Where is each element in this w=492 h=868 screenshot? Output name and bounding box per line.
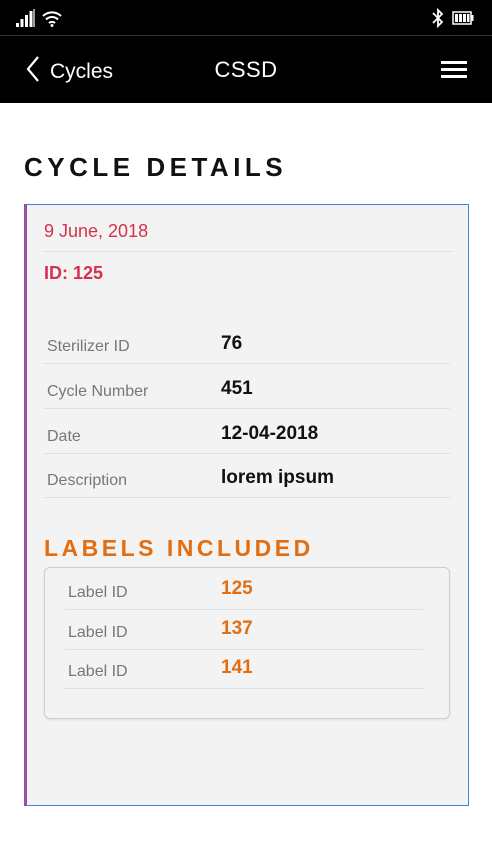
label-value: 137 [221, 618, 253, 639]
label-key: Label ID [68, 584, 128, 601]
list-item: Label ID 137 [65, 610, 423, 650]
labels-list: Label ID 125 Label ID 137 Label ID 141 [44, 567, 450, 719]
detail-label: Cycle Number [47, 383, 149, 400]
labels-heading: LABELS INCLUDED [44, 535, 314, 561]
detail-value: 12-04-2018 [221, 423, 319, 444]
bluetooth-icon [432, 7, 444, 33]
detail-row-sterilizer-id: Sterilizer ID 76 [44, 319, 450, 364]
detail-row-cycle-number: Cycle Number 451 [44, 364, 450, 409]
hamburger-menu-icon[interactable] [441, 61, 467, 84]
signal-icon [16, 9, 36, 32]
label-value: 125 [221, 578, 253, 599]
label-key: Label ID [68, 624, 128, 641]
detail-label: Sterilizer ID [47, 338, 130, 355]
battery-icon [452, 10, 474, 31]
detail-value: 76 [221, 333, 243, 354]
detail-label: Description [47, 472, 128, 489]
label-key: Label ID [68, 663, 128, 680]
label-value: 141 [221, 657, 253, 678]
list-item: Label ID 141 [65, 649, 423, 689]
status-right-icons [432, 7, 474, 33]
page-title: CYCLE DETAILS [24, 152, 288, 182]
wifi-icon [42, 9, 62, 32]
detail-row-date: Date 12-04-2018 [44, 409, 450, 454]
nav-bar: Cycles CSSD [0, 36, 492, 103]
cycle-id: ID: 125 [44, 263, 104, 283]
list-item: Label ID 125 [65, 570, 423, 610]
nav-title: CSSD [214, 57, 278, 82]
cycle-date: 9 June, 2018 [44, 221, 149, 241]
detail-value: 451 [221, 378, 253, 399]
divider [44, 251, 452, 252]
cycle-card: 9 June, 2018 ID: 125 Sterilizer ID 76 Cy… [24, 204, 469, 806]
status-bar [0, 0, 492, 36]
status-left-icons [16, 9, 62, 32]
detail-row-description: Description lorem ipsum [44, 453, 450, 498]
detail-label: Date [47, 428, 81, 445]
detail-value: lorem ipsum [221, 467, 334, 488]
